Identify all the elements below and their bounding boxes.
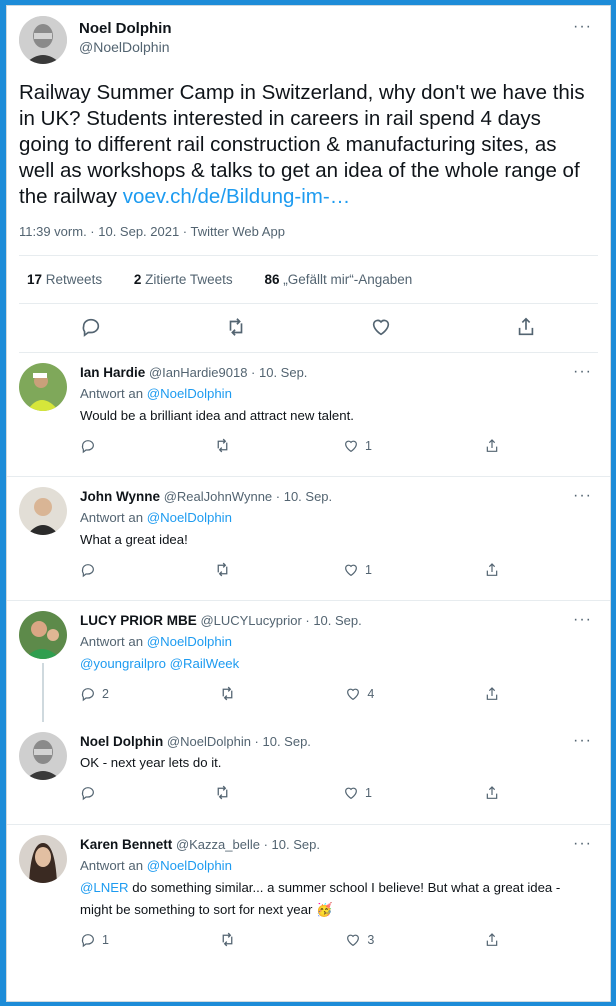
quotes-stat[interactable]: 2 Zitierte Tweets — [134, 272, 247, 287]
retweet-icon[interactable] — [214, 784, 231, 801]
share-icon[interactable] — [484, 437, 500, 454]
like-count: 1 — [365, 785, 372, 800]
avatar[interactable] — [19, 16, 67, 64]
more-icon[interactable]: ··· — [573, 363, 592, 381]
like-icon[interactable]: 1 — [343, 561, 372, 578]
retweet-icon[interactable] — [214, 561, 231, 578]
reply-author-name[interactable]: Noel Dolphin — [80, 734, 163, 749]
reply-author-name[interactable]: Karen Bennett — [80, 837, 172, 852]
reply-text: Would be a brilliant idea and attract ne… — [80, 408, 354, 423]
reply-to-label: Antwort an — [80, 634, 144, 649]
likes-stat[interactable]: 86 „Gefällt mir“-Angaben — [264, 272, 426, 287]
reply-to-label: Antwort an — [80, 858, 144, 873]
more-icon[interactable]: ··· — [573, 611, 592, 629]
reply-icon[interactable]: 2 — [80, 685, 109, 702]
quotes-label: Zitierte Tweets — [145, 272, 233, 287]
reply-to-link[interactable]: @NoelDolphin — [147, 634, 232, 649]
more-icon[interactable]: ··· — [573, 18, 592, 36]
reply-author-handle[interactable]: @LUCYLucyprior · 10. Sep. — [200, 613, 361, 628]
avatar[interactable] — [19, 363, 67, 411]
tweet-text: Railway Summer Camp in Switzerland, why … — [19, 80, 598, 210]
like-count: 3 — [367, 932, 375, 947]
share-icon[interactable] — [484, 561, 500, 578]
like-icon[interactable]: 3 — [345, 931, 374, 948]
reply-text: OK - next year lets do it. — [80, 755, 222, 770]
reply-to-label: Antwort an — [80, 386, 144, 401]
likes-label: „Gefällt mir“-Angaben — [283, 272, 413, 287]
reply-mentions[interactable]: @youngrailpro @RailWeek — [80, 653, 598, 675]
like-icon[interactable]: 1 — [343, 784, 372, 801]
reply-icon[interactable] — [80, 437, 102, 454]
reply-item[interactable]: Ian Hardie @IanHardie9018 · 10. Sep. Ant… — [7, 353, 610, 477]
reply-item[interactable]: LUCY PRIOR MBE @LUCYLucyprior · 10. Sep.… — [7, 601, 610, 722]
retweet-icon[interactable] — [225, 316, 247, 338]
tweet-stats: 17 Retweets 2 Zitierte Tweets 86 „Gefäll… — [19, 256, 598, 304]
reply-icon[interactable] — [80, 784, 102, 801]
avatar[interactable] — [19, 611, 67, 659]
avatar[interactable] — [19, 732, 67, 780]
retweet-icon[interactable] — [219, 685, 236, 702]
share-icon[interactable] — [515, 316, 537, 338]
likes-count: 86 — [264, 272, 280, 287]
reply-author-name[interactable]: John Wynne — [80, 489, 160, 504]
more-icon[interactable]: ··· — [573, 732, 592, 750]
reply-author-name[interactable]: Ian Hardie — [80, 365, 145, 380]
avatar[interactable] — [19, 835, 67, 883]
share-icon[interactable] — [484, 931, 500, 948]
like-icon[interactable] — [370, 316, 392, 338]
reply-author-handle[interactable]: @Kazza_belle · 10. Sep. — [176, 837, 320, 852]
quotes-count: 2 — [133, 272, 142, 287]
reply-icon[interactable] — [80, 316, 102, 338]
reply-author-handle[interactable]: @NoelDolphin · 10. Sep. — [167, 734, 311, 749]
retweet-icon[interactable] — [219, 931, 236, 948]
reply-count: 2 — [102, 686, 109, 701]
retweet-icon[interactable] — [214, 437, 231, 454]
reply-author-handle[interactable]: @IanHardie9018 · 10. Sep. — [149, 365, 307, 380]
reply-to-link[interactable]: @NoelDolphin — [147, 386, 232, 401]
like-icon[interactable]: 4 — [345, 685, 374, 702]
reply-text: @LNER do something similar... a summer s… — [80, 877, 598, 921]
share-icon[interactable] — [484, 784, 500, 801]
reply-count: 1 — [102, 932, 109, 947]
reply-text: What a great idea! — [80, 532, 188, 547]
retweets-count: 17 — [27, 272, 43, 287]
tweet-link[interactable]: voev.ch/de/Bildung-im-… — [123, 185, 351, 208]
reply-author-name[interactable]: LUCY PRIOR MBE — [80, 613, 197, 628]
retweets-label: Retweets — [45, 272, 103, 287]
more-icon[interactable]: ··· — [573, 487, 592, 505]
like-count: 4 — [367, 686, 375, 701]
reply-icon[interactable] — [80, 561, 102, 578]
avatar[interactable] — [19, 487, 67, 535]
tweet-thread: Noel Dolphin @NoelDolphin ··· Railway Su… — [6, 5, 611, 1002]
reply-to-label: Antwort an — [80, 510, 144, 525]
reply-to-link[interactable]: @NoelDolphin — [147, 510, 232, 525]
reply-icon[interactable]: 1 — [80, 931, 109, 948]
retweets-stat[interactable]: 17 Retweets — [27, 272, 116, 287]
more-icon[interactable]: ··· — [573, 835, 592, 853]
author-handle[interactable]: @NoelDolphin — [79, 39, 172, 55]
reply-item[interactable]: John Wynne @RealJohnWynne · 10. Sep. Ant… — [7, 477, 610, 601]
reply-mention-link[interactable]: @LNER — [80, 880, 129, 895]
tweet-actions — [19, 304, 598, 353]
author-name[interactable]: Noel Dolphin — [79, 20, 172, 37]
like-icon[interactable]: 1 — [343, 437, 372, 454]
reply-item[interactable]: Noel Dolphin @NoelDolphin · 10. Sep. OK … — [7, 722, 610, 825]
reply-author-handle[interactable]: @RealJohnWynne · 10. Sep. — [164, 489, 332, 504]
like-count: 1 — [365, 438, 372, 453]
reply-item[interactable]: Karen Bennett @Kazza_belle · 10. Sep. An… — [7, 825, 610, 965]
main-tweet: Noel Dolphin @NoelDolphin ··· Railway Su… — [7, 6, 610, 353]
like-count: 1 — [365, 562, 372, 577]
thread-line — [42, 663, 44, 722]
reply-body: do something similar... a summer school … — [80, 880, 561, 917]
tweet-meta: 11:39 vorm. · 10. Sep. 2021 · Twitter We… — [19, 224, 598, 256]
share-icon[interactable] — [484, 685, 500, 702]
reply-to-link[interactable]: @NoelDolphin — [147, 858, 232, 873]
